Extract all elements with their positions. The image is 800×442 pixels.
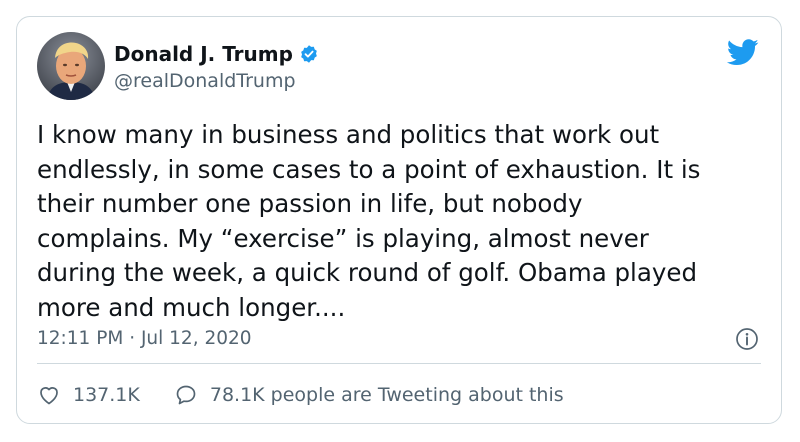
like-count: 137.1K [73, 384, 140, 406]
author-handle[interactable]: @realDonaldTrump [114, 69, 296, 93]
avatar-portrait-image [37, 32, 105, 100]
author-row: Donald J. Trump [114, 41, 319, 67]
author-name[interactable]: Donald J. Trump [114, 41, 293, 67]
divider [37, 363, 761, 364]
speech-bubble-icon [176, 385, 196, 405]
info-icon[interactable] [735, 327, 759, 351]
tweeting-about-link[interactable]: 78.1K people are Tweeting about this [174, 383, 564, 407]
avatar[interactable] [37, 32, 105, 100]
verified-badge-icon [301, 45, 317, 63]
tweet-timestamp[interactable]: 12:11 PM · Jul 12, 2020 [37, 327, 252, 351]
like-button[interactable]: 137.1K [37, 383, 140, 407]
tweet-card: Donald J. Trump @realDonaldTrump I know … [16, 16, 782, 424]
tweeting-about-text: 78.1K people are Tweeting about this [209, 384, 564, 406]
engagement-bar: 137.1K 78.1K people are Tweeting about t… [37, 383, 564, 407]
twitter-bird-icon[interactable] [727, 39, 759, 66]
tweet-text: I know many in business and politics tha… [37, 120, 701, 322]
heart-icon [40, 387, 58, 405]
